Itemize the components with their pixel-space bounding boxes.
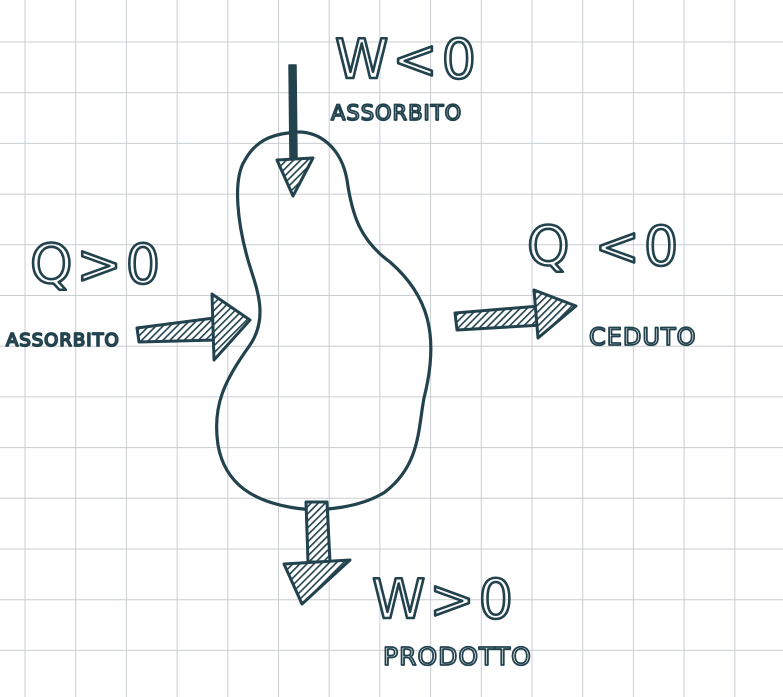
heat-in-description: ASSORBITO: [6, 330, 120, 351]
work-in-arrow: [275, 64, 315, 198]
work-in-description: ASSORBITO: [331, 101, 462, 125]
work-out-description: PRODOTTO: [383, 642, 532, 671]
notebook-canvas: W<0 ASSORBITO Q>0 ASSORBITO Q <0 CEDUTO …: [0, 0, 783, 697]
heat-in-expression: Q>0: [30, 233, 164, 296]
heat-out-expression: Q <0: [527, 215, 682, 278]
thermodynamic-system-diagram: W<0 ASSORBITO Q>0 ASSORBITO Q <0 CEDUTO …: [0, 0, 783, 697]
work-out-expression: W>0: [372, 568, 517, 631]
heat-out-description: CEDUTO: [589, 323, 697, 351]
heat-in-arrow: [135, 292, 252, 362]
work-in-expression: W<0: [335, 28, 480, 91]
work-out-arrow: [282, 500, 352, 606]
heat-out-arrow: [453, 288, 578, 340]
